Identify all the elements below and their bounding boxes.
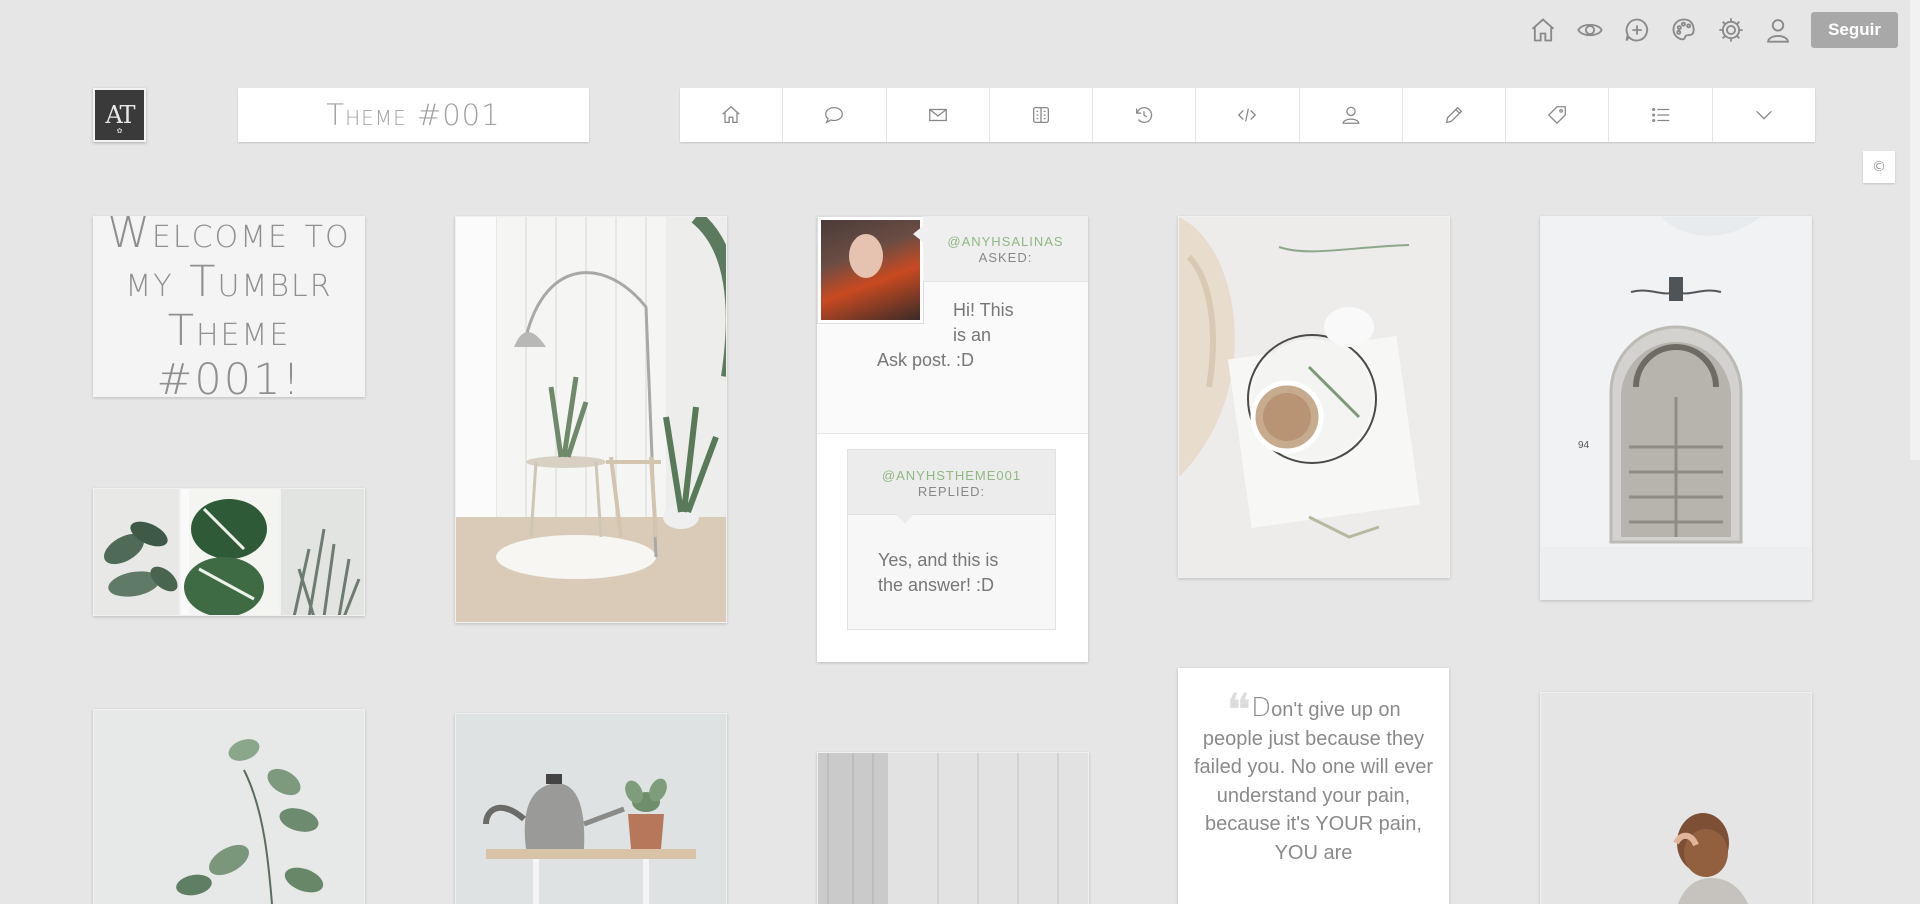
nav-list[interactable] <box>1609 88 1713 142</box>
kettle-image <box>456 714 726 904</box>
replied-header: @ANYHSTHEME001 REPLIED: <box>848 450 1055 524</box>
scrollbar[interactable] <box>1910 0 1920 460</box>
photo-post-person[interactable] <box>1540 692 1812 904</box>
pencil-icon <box>1445 106 1463 124</box>
blog-title: Theme #001 <box>326 98 501 132</box>
answer-text: Yes, and this is the answer! :D <box>878 550 999 595</box>
nav-random[interactable] <box>1093 88 1197 142</box>
quote-text-block: ❝Don't give up on people just because th… <box>1194 687 1433 867</box>
plus-chat-icon[interactable] <box>1613 13 1660 47</box>
svg-text:94: 94 <box>1578 440 1590 451</box>
coffee-image <box>1179 217 1449 577</box>
user-icon[interactable] <box>1754 13 1801 47</box>
person-image <box>1541 693 1811 904</box>
blog-title-box[interactable]: Theme #001 <box>238 88 589 142</box>
envelope-icon <box>928 108 947 122</box>
blog-avatar[interactable]: AT ✿ <box>93 88 146 142</box>
archive-icon <box>1032 107 1049 123</box>
replied-label: REPLIED: <box>917 484 986 499</box>
ask-question-line-3: Ask post. :D <box>877 350 975 370</box>
welcome-text-post: Welcome to my Tumblr Theme #001! <box>93 216 365 397</box>
navigation-bar <box>680 88 1815 142</box>
quote-first-letter: D <box>1251 693 1272 723</box>
photo-post-door[interactable]: 94 <box>1540 216 1812 600</box>
palette-icon[interactable] <box>1660 13 1707 47</box>
nav-about[interactable] <box>1300 88 1403 142</box>
chevron-down-icon <box>1755 110 1772 120</box>
avatar-initials: AT <box>105 101 135 129</box>
nav-edit[interactable] <box>1403 88 1507 142</box>
photo-post-plant[interactable] <box>93 709 365 904</box>
gear-icon[interactable] <box>1707 13 1754 47</box>
eye-icon[interactable] <box>1566 13 1613 47</box>
speech-bubble-icon <box>825 107 844 124</box>
answer-box: @ANYHSTHEME001 REPLIED: Yes, and this is… <box>847 449 1056 630</box>
window-image <box>818 753 1088 904</box>
nav-home[interactable] <box>680 88 784 142</box>
tag-icon <box>1548 106 1567 125</box>
door-image: 94 <box>1541 217 1811 599</box>
asked-header: @ANYHSALINAS ASKED: <box>913 216 1088 282</box>
photoset-image <box>94 489 364 615</box>
nav-more[interactable] <box>1713 88 1815 142</box>
ask-question-line-2: is an <box>953 325 992 345</box>
photoset-post[interactable] <box>93 488 365 616</box>
avatar-ornament: ✿ <box>116 127 123 135</box>
nav-code[interactable] <box>1196 88 1300 142</box>
follow-button[interactable]: Seguir <box>1811 12 1898 48</box>
ask-question-line-1: Hi! This <box>953 300 1014 320</box>
quote-post: ❝Don't give up on people just because th… <box>1178 668 1449 904</box>
asker-name[interactable]: @ANYHSALINAS <box>923 234 1088 250</box>
history-icon <box>1136 107 1153 123</box>
ask-post: @ANYHSALINAS ASKED: Hi! This is an Ask p… <box>817 216 1088 662</box>
nav-tags[interactable] <box>1506 88 1610 142</box>
asked-label: ASKED: <box>978 250 1033 265</box>
nav-ask[interactable] <box>783 88 887 142</box>
replier-name[interactable]: @ANYHSTHEME001 <box>848 468 1055 484</box>
welcome-text: Welcome to my Tumblr Theme #001! <box>107 216 351 397</box>
plant-image <box>94 710 364 904</box>
home-icon <box>722 105 740 123</box>
photo-post-coffee[interactable] <box>1178 216 1450 578</box>
home-icon[interactable] <box>1519 13 1566 47</box>
nav-archive[interactable] <box>990 88 1094 142</box>
user-icon <box>1342 106 1360 124</box>
room-image <box>456 217 726 622</box>
ask-question: Hi! This is an Ask post. :D <box>877 298 1057 373</box>
code-icon <box>1238 108 1257 122</box>
photo-post-kettle[interactable] <box>455 713 727 904</box>
nav-submit[interactable] <box>887 88 990 142</box>
list-icon <box>1651 107 1669 123</box>
photo-post-window[interactable] <box>817 752 1089 904</box>
tumblr-controls: Seguir <box>1519 12 1898 48</box>
copyright-button[interactable]: © <box>1863 151 1895 183</box>
photo-post-room[interactable] <box>455 216 727 623</box>
